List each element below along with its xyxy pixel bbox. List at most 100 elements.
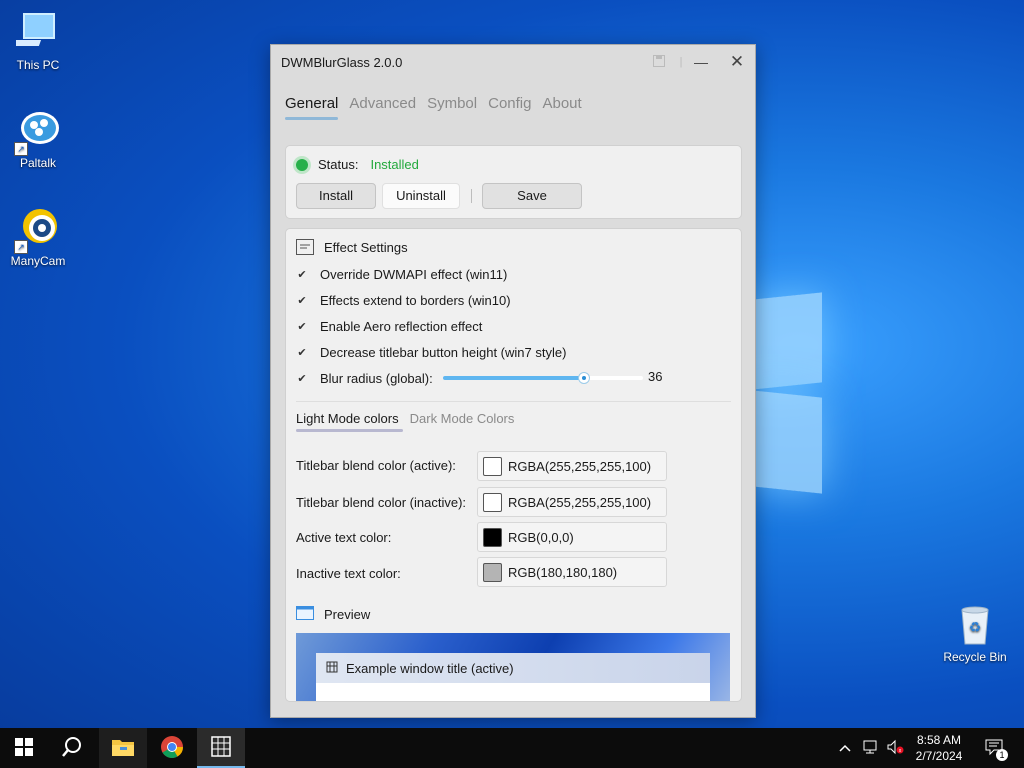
tab-dark-mode-colors[interactable]: Dark Mode Colors bbox=[410, 411, 515, 432]
slider-thumb[interactable] bbox=[578, 372, 590, 384]
option-label: Effects extend to borders (win10) bbox=[320, 293, 511, 308]
search-button[interactable] bbox=[48, 728, 96, 768]
blur-radius-label: Blur radius (global): bbox=[320, 371, 433, 386]
blur-radius-value: 36 bbox=[648, 369, 663, 384]
checkmark-icon: ✔ bbox=[297, 373, 307, 385]
clock-time: 8:58 AM bbox=[916, 733, 962, 747]
window-title: DWMBlurGlass 2.0.0 bbox=[281, 55, 403, 70]
preview-window-title: Example window title (active) bbox=[346, 660, 514, 676]
manycam-icon: ↗ bbox=[14, 206, 60, 254]
desktop-icon-this-pc[interactable]: This PC bbox=[0, 10, 76, 72]
option-blur-radius[interactable]: ✔ Blur radius (global): bbox=[296, 371, 433, 386]
uninstall-button[interactable]: Uninstall bbox=[382, 183, 460, 209]
dwmblurglass-taskbar-button[interactable] bbox=[197, 728, 245, 768]
network-button[interactable] bbox=[862, 728, 880, 768]
option-label: Decrease titlebar button height (win7 st… bbox=[320, 345, 567, 360]
close-button[interactable]: ✕ bbox=[725, 51, 749, 73]
start-icon bbox=[15, 737, 33, 759]
tab-advanced[interactable]: Advanced bbox=[349, 95, 416, 120]
option-override-dwmapi[interactable]: ✔ Override DWMAPI effect (win11) bbox=[296, 267, 507, 282]
start-button[interactable] bbox=[0, 728, 48, 768]
slider-fill bbox=[443, 376, 583, 380]
option-aero-reflection[interactable]: ✔ Enable Aero reflection effect bbox=[296, 319, 482, 334]
chrome-icon bbox=[160, 735, 184, 762]
preview-titlebar: Example window title (active) bbox=[316, 653, 710, 683]
desktop-icon-manycam[interactable]: ↗ ManyCam bbox=[0, 206, 76, 268]
desktop-icon-label: Paltalk bbox=[19, 156, 57, 170]
dwmblurglass-window: DWMBlurGlass 2.0.0 | — ✕ General Advance… bbox=[270, 44, 756, 718]
inactive-text-color-picker[interactable]: RGB(180,180,180) bbox=[477, 557, 667, 587]
install-button[interactable]: Install bbox=[296, 183, 376, 209]
option-label: Enable Aero reflection effect bbox=[320, 319, 483, 334]
desktop-icon-label: Recycle Bin bbox=[943, 650, 1007, 664]
building-icon bbox=[326, 661, 338, 676]
color-swatch bbox=[483, 492, 502, 512]
network-icon bbox=[862, 739, 880, 758]
color-swatch bbox=[483, 562, 502, 582]
svg-text:♻: ♻ bbox=[969, 619, 982, 635]
settings-window-icon bbox=[296, 239, 314, 255]
save-button[interactable]: Save bbox=[482, 183, 582, 209]
save-icon[interactable] bbox=[647, 51, 671, 73]
option-extend-borders[interactable]: ✔ Effects extend to borders (win10) bbox=[296, 293, 511, 308]
color-value: RGBA(255,255,255,100) bbox=[508, 494, 652, 510]
titlebar-inactive-color-picker[interactable]: RGBA(255,255,255,100) bbox=[477, 487, 667, 517]
blur-radius-slider[interactable] bbox=[443, 372, 643, 384]
this-pc-icon bbox=[6, 10, 60, 54]
tab-config[interactable]: Config bbox=[488, 95, 531, 120]
preview-area: Example window title (active) bbox=[296, 633, 730, 701]
tab-about[interactable]: About bbox=[542, 95, 581, 120]
recycle-bin-icon: ♻ bbox=[953, 602, 997, 646]
button-divider bbox=[471, 189, 472, 203]
status-card: Status: Installed Install Uninstall Save bbox=[285, 145, 742, 219]
option-label: Override DWMAPI effect (win11) bbox=[320, 267, 508, 282]
minimize-button[interactable]: — bbox=[689, 51, 713, 73]
inactive-text-color-label: Inactive text color: bbox=[296, 566, 401, 581]
preview-example-window: Example window title (active) bbox=[316, 653, 710, 701]
active-text-color-label: Active text color: bbox=[296, 530, 392, 545]
status-value: Installed bbox=[370, 157, 419, 172]
desktop-icon-label: This PC bbox=[16, 58, 60, 72]
file-explorer-button[interactable] bbox=[99, 728, 147, 768]
status-indicator-icon bbox=[296, 158, 308, 171]
tab-general[interactable]: General bbox=[285, 95, 339, 120]
desktop-icon-paltalk[interactable]: ↗ Paltalk bbox=[0, 108, 76, 170]
effect-settings-card: Effect Settings ✔ Override DWMAPI effect… bbox=[285, 228, 742, 702]
option-decrease-titlebar[interactable]: ✔ Decrease titlebar button height (win7 … bbox=[296, 345, 566, 360]
color-value: RGBA(255,255,255,100) bbox=[508, 458, 652, 474]
paltalk-icon: ↗ bbox=[14, 108, 60, 156]
effect-settings-header: Effect Settings bbox=[324, 239, 408, 255]
tab-light-mode-colors[interactable]: Light Mode colors bbox=[296, 411, 403, 432]
taskbar-clock[interactable]: 8:58 AM 2/7/2024 bbox=[900, 732, 978, 764]
titlebar-active-color-label: Titlebar blend color (active): bbox=[296, 458, 456, 473]
desktop-icon-label: ManyCam bbox=[10, 254, 66, 268]
wallpaper-windows-logo bbox=[752, 290, 824, 500]
main-tabs: General Advanced Symbol Config About bbox=[285, 95, 582, 120]
dwmblurglass-icon bbox=[211, 735, 231, 760]
show-hidden-icons-button[interactable] bbox=[838, 728, 852, 768]
clock-date: 2/7/2024 bbox=[915, 749, 963, 763]
checkmark-icon: ✔ bbox=[297, 347, 307, 359]
color-value: RGB(0,0,0) bbox=[508, 529, 574, 545]
window-titlebar[interactable]: DWMBlurGlass 2.0.0 | — ✕ bbox=[271, 45, 755, 79]
titlebar-active-color-picker[interactable]: RGBA(255,255,255,100) bbox=[477, 451, 667, 481]
titlebar-inactive-color-label: Titlebar blend color (inactive): bbox=[296, 495, 467, 510]
action-center-button[interactable]: 1 bbox=[984, 728, 1008, 768]
checkmark-icon: ✔ bbox=[297, 269, 307, 281]
divider bbox=[296, 401, 731, 402]
active-text-color-picker[interactable]: RGB(0,0,0) bbox=[477, 522, 667, 552]
chevron-up-icon bbox=[838, 741, 852, 756]
tab-symbol[interactable]: Symbol bbox=[427, 95, 477, 120]
notification-count-badge: 1 bbox=[996, 748, 1008, 761]
taskbar: x 8:58 AM 2/7/2024 1 bbox=[0, 728, 1024, 768]
desktop-icon-recycle-bin[interactable]: ♻ Recycle Bin bbox=[937, 602, 1013, 664]
color-swatch bbox=[483, 527, 502, 547]
checkmark-icon: ✔ bbox=[297, 295, 307, 307]
search-icon bbox=[61, 736, 83, 761]
status-label: Status: bbox=[318, 157, 359, 172]
preview-header: Preview bbox=[324, 607, 371, 622]
file-explorer-icon bbox=[111, 737, 135, 760]
chrome-button[interactable] bbox=[148, 728, 196, 768]
color-mode-tabs: Light Mode colors Dark Mode Colors bbox=[296, 411, 514, 432]
checkmark-icon: ✔ bbox=[297, 321, 307, 333]
